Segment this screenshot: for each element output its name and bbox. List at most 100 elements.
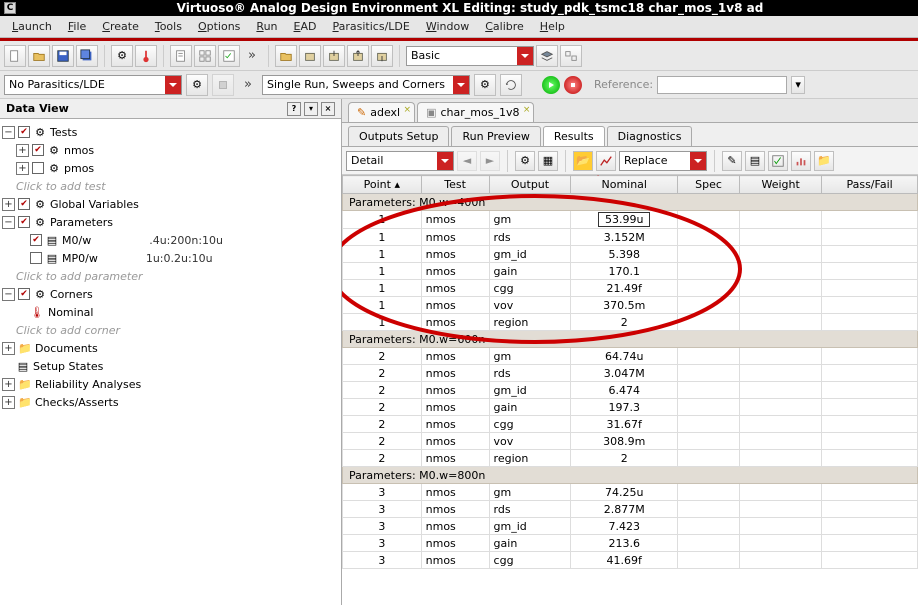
tree-nominal[interactable]: Nominal (48, 306, 94, 319)
expander[interactable]: + (2, 396, 15, 409)
menu-calibre[interactable]: Calibre (479, 18, 530, 35)
pencil-icon[interactable]: ✎ (722, 151, 742, 171)
menu-help[interactable]: Help (534, 18, 571, 35)
subtab-results[interactable]: Results (543, 126, 605, 146)
new-icon[interactable] (4, 45, 26, 67)
add-corner-hint[interactable]: Click to add corner (16, 321, 339, 339)
parasitics-combo[interactable] (4, 75, 182, 95)
gear-icon[interactable]: ⚙ (111, 45, 133, 67)
menu-window[interactable]: Window (420, 18, 475, 35)
checkbox[interactable] (18, 288, 30, 300)
basic-input[interactable] (407, 47, 517, 65)
parasitics-input[interactable] (5, 76, 165, 94)
runmode-combo[interactable] (262, 75, 470, 95)
dropdown-icon[interactable] (453, 76, 469, 94)
basic-combo[interactable] (406, 46, 534, 66)
toolbar-more[interactable]: » (248, 48, 256, 63)
tree-tests[interactable]: Tests (50, 126, 77, 139)
expander[interactable]: + (16, 162, 29, 175)
gear-icon[interactable]: ⚙ (515, 151, 535, 171)
checklist-icon[interactable] (218, 45, 240, 67)
detail-combo[interactable] (346, 151, 454, 171)
dropdown-icon[interactable] (437, 152, 453, 170)
col-weight[interactable]: Weight (740, 176, 822, 194)
tree-reliability[interactable]: Reliability Analyses (35, 378, 141, 391)
checkbox[interactable] (18, 198, 30, 210)
tablechk-icon[interactable] (768, 151, 788, 171)
thermometer-icon[interactable] (135, 45, 157, 67)
nav-prev-icon[interactable]: ◄ (457, 151, 477, 171)
table-row[interactable]: 1nmoscgg21.49f (343, 280, 918, 297)
tree-params[interactable]: Parameters (50, 216, 113, 229)
subtab-run-preview[interactable]: Run Preview (451, 126, 540, 146)
menu-options[interactable]: Options (192, 18, 246, 35)
saveall-icon[interactable] (76, 45, 98, 67)
table-row[interactable]: 1nmosrds3.152M (343, 229, 918, 246)
expander[interactable]: + (2, 198, 15, 211)
col-test[interactable]: Test (421, 176, 489, 194)
chart-icon[interactable] (596, 151, 616, 171)
grid-icon[interactable]: ▦ (538, 151, 558, 171)
chip-icon[interactable] (212, 74, 234, 96)
menu-ead[interactable]: EAD (288, 18, 323, 35)
tree-corners[interactable]: Corners (50, 288, 93, 301)
folder-blue-icon[interactable]: 📁 (814, 151, 834, 171)
menu-create[interactable]: Create (96, 18, 145, 35)
expander[interactable]: + (16, 144, 29, 157)
close-icon[interactable]: × (321, 102, 335, 116)
expander[interactable]: + (2, 378, 15, 391)
checkbox[interactable] (30, 234, 42, 246)
help-icon[interactable]: ? (287, 102, 301, 116)
col-spec[interactable]: Spec (678, 176, 740, 194)
dropdown-icon[interactable] (690, 152, 706, 170)
tab-close-icon[interactable]: × (523, 105, 531, 115)
boxin-icon[interactable] (323, 45, 345, 67)
dropdown-icon[interactable] (517, 47, 533, 65)
box-icon[interactable] (299, 45, 321, 67)
gear3-icon[interactable]: ⚙ (474, 74, 496, 96)
group-header[interactable]: Parameters: M0.w=400n (343, 194, 918, 211)
dropdown-icon[interactable] (165, 76, 181, 94)
hist-chart-icon[interactable] (791, 151, 811, 171)
subtab-outputs-setup[interactable]: Outputs Setup (348, 126, 449, 146)
nav-next-icon[interactable]: ► (480, 151, 500, 171)
reference-input[interactable] (657, 76, 787, 94)
tab-charmos[interactable]: ▣char_mos_1v8× (417, 102, 534, 122)
edit-grid-icon[interactable]: ▤ (745, 151, 765, 171)
col-pass-fail[interactable]: Pass/Fail (822, 176, 918, 194)
table-row[interactable]: 1nmosgm53.99u (343, 211, 918, 229)
table-row[interactable]: 1nmosgain170.1 (343, 263, 918, 280)
table-row[interactable]: 2nmosregion2 (343, 450, 918, 467)
table-row[interactable]: 3nmosgm_id7.423 (343, 518, 918, 535)
table-row[interactable]: 2nmosgm_id6.474 (343, 382, 918, 399)
col-output[interactable]: Output (489, 176, 571, 194)
table-row[interactable]: 2nmoscgg31.67f (343, 416, 918, 433)
replace-input[interactable] (620, 152, 690, 170)
ref-dd-icon[interactable]: ▾ (791, 76, 805, 94)
table-row[interactable]: 2nmosgain197.3 (343, 399, 918, 416)
group-header[interactable]: Parameters: M0.w=600n (343, 331, 918, 348)
tree-docs[interactable]: Documents (35, 342, 98, 355)
expander[interactable]: − (2, 216, 15, 229)
checkbox[interactable] (18, 216, 30, 228)
table-row[interactable]: 3nmosgm74.25u (343, 484, 918, 501)
hist-icon[interactable] (500, 74, 522, 96)
menu-parasiticslde[interactable]: Parasitics/LDE (326, 18, 415, 35)
expander[interactable]: − (2, 126, 15, 139)
detail-input[interactable] (347, 152, 437, 170)
group-icon[interactable] (560, 45, 582, 67)
add-test-hint[interactable]: Click to add test (16, 177, 339, 195)
runmode-input[interactable] (263, 76, 453, 94)
table-row[interactable]: 1nmosgm_id5.398 (343, 246, 918, 263)
table-row[interactable]: 2nmosgm64.74u (343, 348, 918, 365)
replace-combo[interactable] (619, 151, 707, 171)
folder-yellow-icon[interactable]: 📂 (573, 151, 593, 171)
boxout-icon[interactable] (347, 45, 369, 67)
table-row[interactable]: 3nmosgain213.6 (343, 535, 918, 552)
group-header[interactable]: Parameters: M0.w=800n (343, 467, 918, 484)
checkbox[interactable] (32, 162, 44, 174)
checkbox[interactable] (32, 144, 44, 156)
tab-close-icon[interactable]: × (404, 105, 412, 115)
subtab-diagnostics[interactable]: Diagnostics (607, 126, 693, 146)
layers-icon[interactable] (536, 45, 558, 67)
